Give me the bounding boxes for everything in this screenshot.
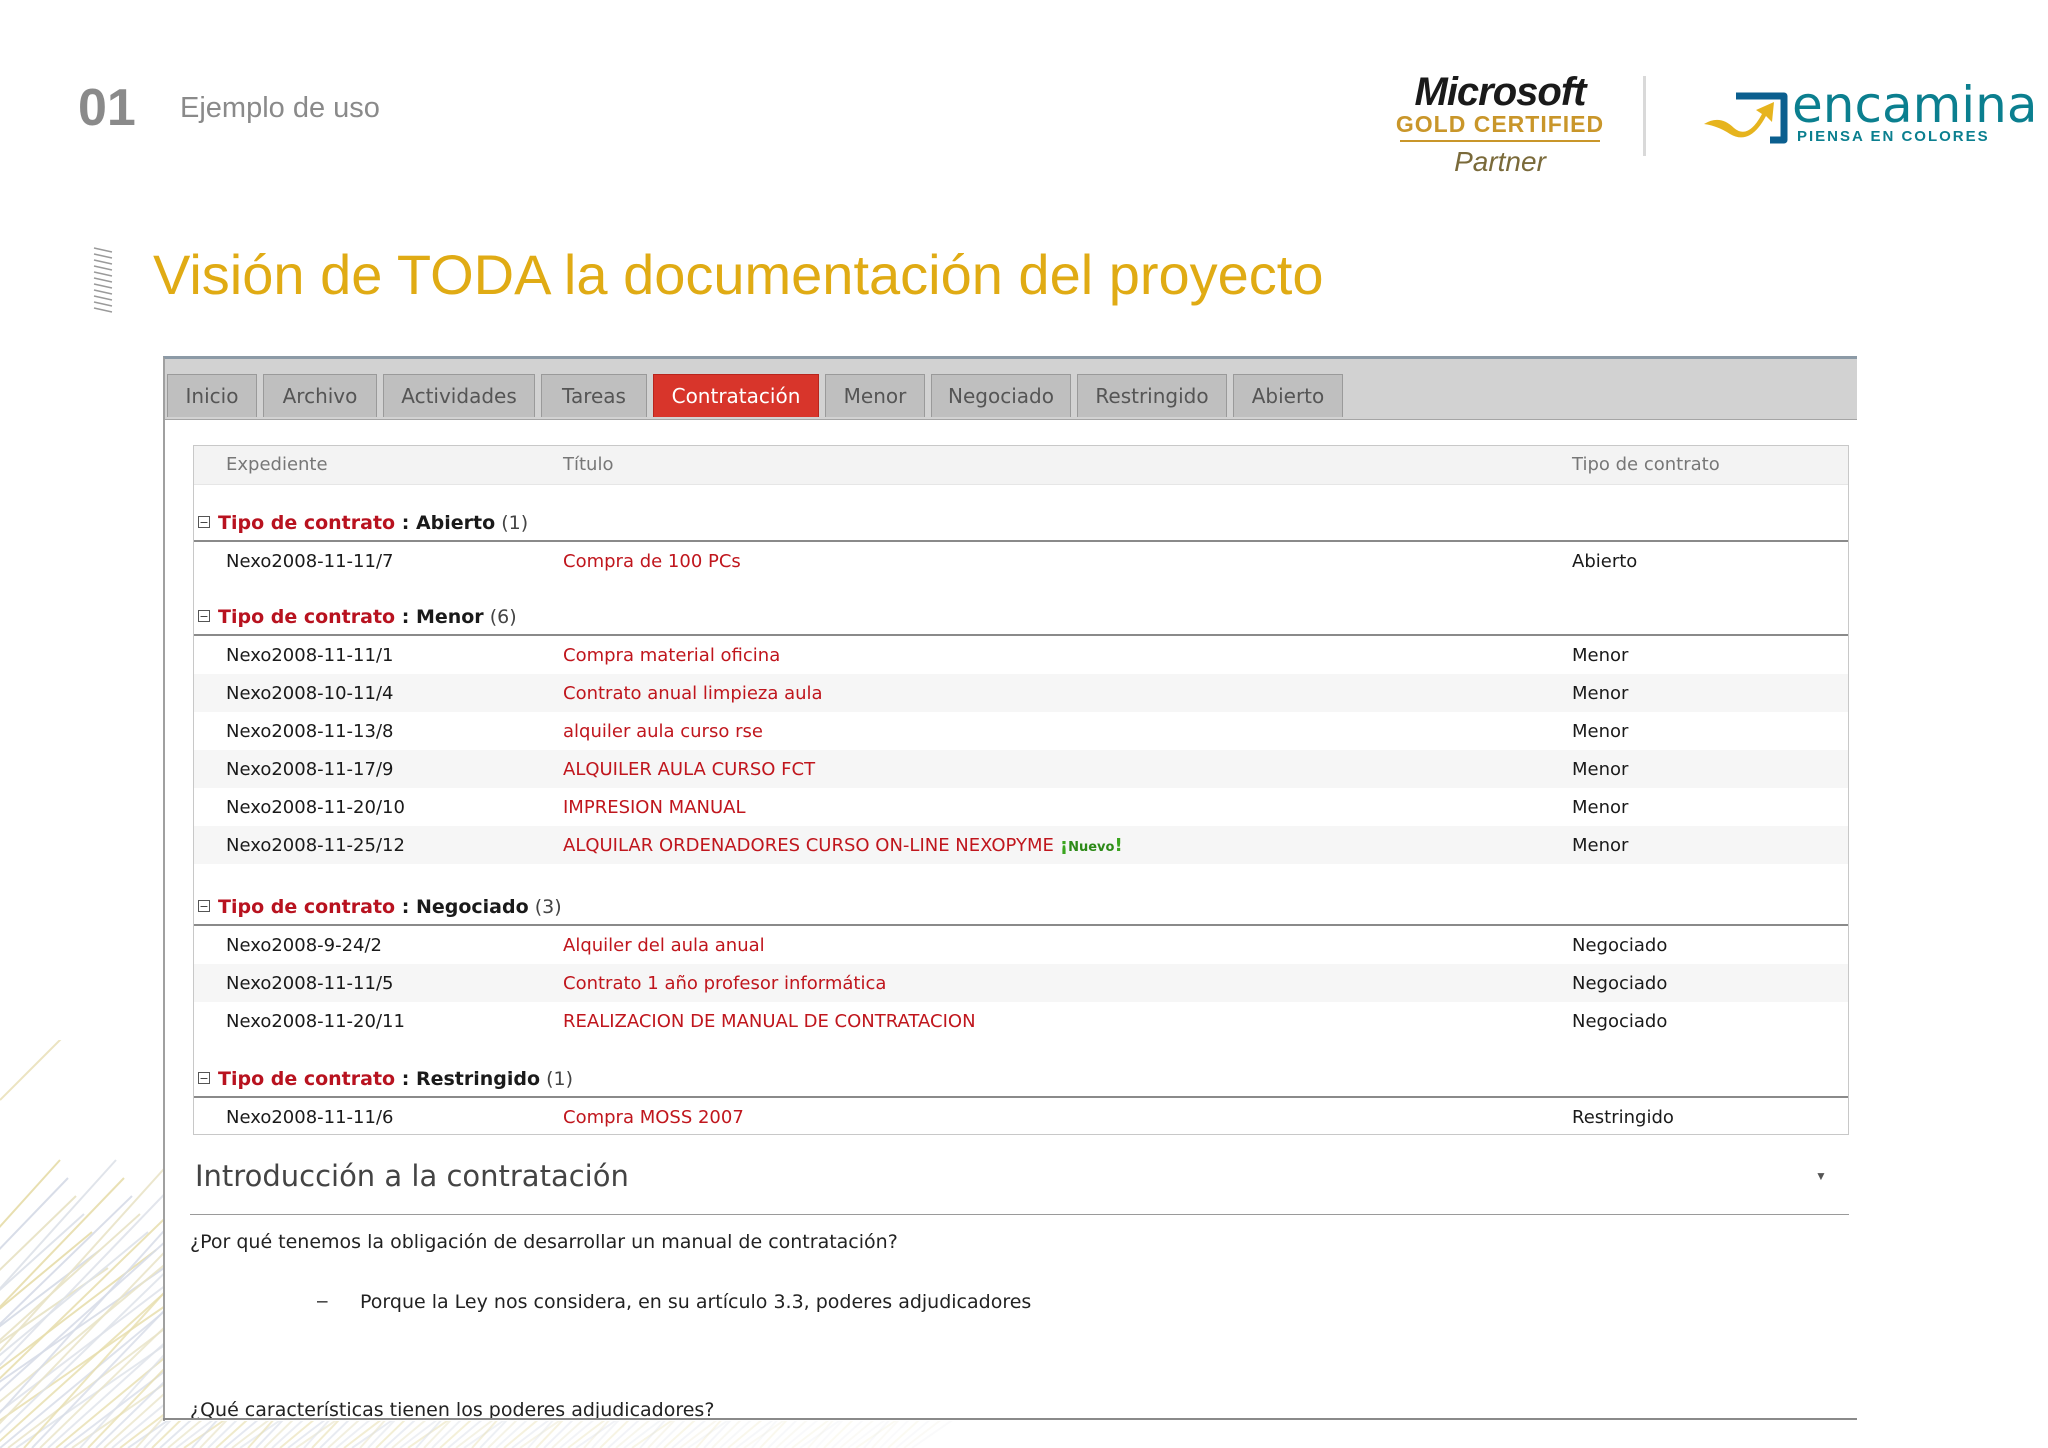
- column-header-tipo[interactable]: Tipo de contrato: [1572, 454, 1720, 475]
- tipo-cell: Negociado: [1572, 1011, 1668, 1032]
- tab-contratacion[interactable]: Contratación: [653, 374, 819, 417]
- tab-bar: Inicio Archivo Actividades Tareas Contra…: [165, 359, 1857, 420]
- title-bullet-icon: [93, 247, 113, 313]
- sharepoint-screenshot: Inicio Archivo Actividades Tareas Contra…: [163, 356, 1857, 1421]
- partner-text: Partner: [1454, 146, 1546, 177]
- stripe-line: [0, 1249, 157, 1371]
- tipo-cell: Menor: [1572, 835, 1629, 856]
- table-row: Nexo2008-11-11/1 Compra material oficina…: [194, 636, 1848, 674]
- screenshot-bottom-border: [163, 1418, 1857, 1420]
- tab-abierto[interactable]: Abierto: [1233, 374, 1343, 417]
- titulo-link[interactable]: Compra de 100 PCs: [563, 551, 741, 572]
- microsoft-wordmark: Microsoft: [1414, 70, 1587, 114]
- table-row: Nexo2008-9-24/2 Alquiler del aula anual …: [194, 926, 1848, 964]
- group-header-menor[interactable]: − Tipo de contrato : Menor (6): [194, 598, 1848, 636]
- column-header-titulo[interactable]: Título: [563, 454, 613, 475]
- collapse-icon[interactable]: −: [198, 610, 210, 622]
- encamina-tagline: PIENSA EN COLORES: [1797, 128, 1990, 145]
- tab-inicio[interactable]: Inicio: [167, 374, 257, 417]
- tipo-cell: Restringido: [1572, 1107, 1674, 1128]
- tab-menor[interactable]: Menor: [825, 374, 925, 417]
- tipo-cell: Abierto: [1572, 551, 1638, 572]
- table-row: Nexo2008-10-11/4 Contrato anual limpieza…: [194, 674, 1848, 712]
- expediente-cell: Nexo2008-11-13/8: [226, 721, 394, 742]
- tipo-cell: Menor: [1572, 645, 1629, 666]
- table-row: Nexo2008-11-11/6 Compra MOSS 2007 Restri…: [194, 1098, 1848, 1136]
- intro-question-1: ¿Por qué tenemos la obligación de desarr…: [190, 1231, 898, 1253]
- expediente-cell: Nexo2008-11-11/5: [226, 973, 394, 994]
- new-badge-right-icon: !: [1114, 835, 1123, 856]
- column-header-expediente[interactable]: Expediente: [226, 454, 328, 475]
- encamina-logo: encamina PIENSA EN COLORES: [1700, 76, 2038, 158]
- gold-certified-text: GOLD CERTIFIED: [1395, 111, 1605, 137]
- titulo-link[interactable]: REALIZACION DE MANUAL DE CONTRATACION: [563, 1011, 976, 1032]
- logo-rule: [1400, 140, 1600, 142]
- tab-archivo[interactable]: Archivo: [263, 374, 377, 417]
- tab-tareas[interactable]: Tareas: [541, 374, 647, 417]
- logo-separator: [1643, 76, 1646, 156]
- group-label: Tipo de contrato : Restringido (1): [218, 1068, 573, 1090]
- tipo-cell: Negociado: [1572, 973, 1668, 994]
- expediente-cell: Nexo2008-10-11/4: [226, 683, 394, 704]
- stripe-line: [0, 1267, 165, 1383]
- grid-header: Expediente Título Tipo de contrato: [194, 446, 1848, 485]
- slide-title: Visión de TODA la documentación del proy…: [153, 243, 1324, 306]
- intro-heading: Introducción a la contratación: [195, 1159, 629, 1193]
- table-row: Nexo2008-11-13/8 alquiler aula curso rse…: [194, 712, 1848, 750]
- contracts-grid: Expediente Título Tipo de contrato − Tip…: [193, 445, 1849, 1135]
- expediente-cell: Nexo2008-9-24/2: [226, 935, 383, 956]
- microsoft-partner-logo: Microsoft GOLD CERTIFIED Partner: [1395, 70, 1605, 178]
- slide-subtitle: Ejemplo de uso: [180, 92, 380, 124]
- intro-bullet-1: Porque la Ley nos considera, en su artíc…: [360, 1291, 1032, 1313]
- tab-restringido[interactable]: Restringido: [1077, 374, 1227, 417]
- titulo-link[interactable]: alquiler aula curso rse: [563, 721, 763, 742]
- tipo-cell: Menor: [1572, 797, 1629, 818]
- titulo-link[interactable]: Compra MOSS 2007: [563, 1107, 744, 1128]
- tipo-cell: Menor: [1572, 721, 1629, 742]
- group-label: Tipo de contrato : Negociado (3): [218, 896, 562, 918]
- table-row: Nexo2008-11-20/10 IMPRESION MANUAL Menor: [194, 788, 1848, 826]
- table-row: Nexo2008-11-11/5 Contrato 1 año profesor…: [194, 964, 1848, 1002]
- new-badge: ¡Nuevo!: [1059, 835, 1123, 856]
- table-row: Nexo2008-11-17/9 ALQUILER AULA CURSO FCT…: [194, 750, 1848, 788]
- titulo-link[interactable]: Compra material oficina: [563, 645, 780, 666]
- group-header-restringido[interactable]: − Tipo de contrato : Restringido (1): [194, 1060, 1848, 1098]
- tipo-cell: Negociado: [1572, 935, 1668, 956]
- slide-number: 01: [78, 79, 136, 137]
- collapse-icon[interactable]: −: [198, 1072, 210, 1084]
- group-label: Tipo de contrato : Abierto (1): [218, 512, 529, 534]
- titulo-link[interactable]: Alquiler del aula anual: [563, 935, 765, 956]
- group-header-abierto[interactable]: − Tipo de contrato : Abierto (1): [194, 504, 1848, 542]
- expediente-cell: Nexo2008-11-25/12: [226, 835, 405, 856]
- titulo-link[interactable]: IMPRESION MANUAL: [563, 797, 746, 818]
- tipo-cell: Menor: [1572, 683, 1629, 704]
- bullet-dash: –: [317, 1291, 328, 1312]
- intro-divider: [190, 1214, 1849, 1215]
- expediente-cell: Nexo2008-11-11/6: [226, 1107, 394, 1128]
- tab-actividades[interactable]: Actividades: [383, 374, 535, 417]
- expediente-cell: Nexo2008-11-20/11: [226, 1011, 405, 1032]
- encamina-arrow-icon: [1704, 92, 1788, 144]
- titulo-link[interactable]: ALQUILER AULA CURSO FCT: [563, 759, 815, 780]
- expediente-cell: Nexo2008-11-20/10: [226, 797, 405, 818]
- group-header-negociado[interactable]: − Tipo de contrato : Negociado (3): [194, 888, 1848, 926]
- expediente-cell: Nexo2008-11-17/9: [226, 759, 394, 780]
- expediente-cell: Nexo2008-11-11/7: [226, 551, 394, 572]
- titulo-link[interactable]: Contrato 1 año profesor informática: [563, 973, 886, 994]
- titulo-link-with-badge[interactable]: ALQUILAR ORDENADORES CURSO ON-LINE NEXOP…: [563, 835, 1123, 856]
- group-label: Tipo de contrato : Menor (6): [218, 606, 517, 628]
- collapse-icon[interactable]: −: [198, 900, 210, 912]
- tipo-cell: Menor: [1572, 759, 1629, 780]
- new-badge-left-icon: ¡: [1059, 835, 1069, 856]
- collapse-icon[interactable]: −: [198, 516, 210, 528]
- table-row: Nexo2008-11-11/7 Compra de 100 PCs Abier…: [194, 542, 1848, 580]
- table-row: Nexo2008-11-25/12 ALQUILAR ORDENADORES C…: [194, 826, 1848, 864]
- tab-negociado[interactable]: Negociado: [931, 374, 1071, 417]
- expediente-cell: Nexo2008-11-11/1: [226, 645, 394, 666]
- dropdown-arrow-icon[interactable]: ▼: [1815, 1169, 1827, 1183]
- titulo-link[interactable]: Contrato anual limpieza aula: [563, 683, 823, 704]
- table-row: Nexo2008-11-20/11 REALIZACION DE MANUAL …: [194, 1002, 1848, 1040]
- encamina-wordmark: encamina: [1792, 76, 2038, 134]
